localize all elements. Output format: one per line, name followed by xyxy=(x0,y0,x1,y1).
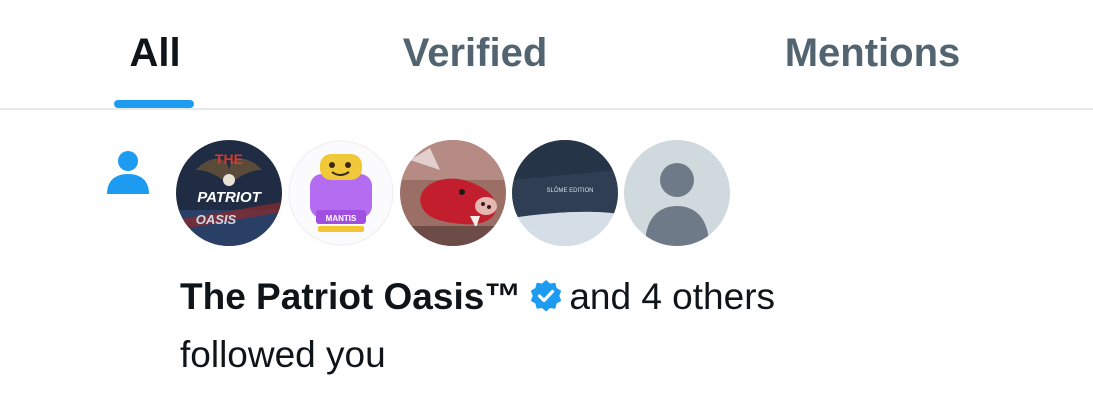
mantis-avatar[interactable]: MANTIS xyxy=(288,140,394,246)
tab-mentions-label: Mentions xyxy=(784,31,961,75)
others-text: and 4 others xyxy=(569,276,776,317)
tab-mentions[interactable]: Mentions xyxy=(755,0,990,108)
tab-verified-label: Verified xyxy=(402,31,548,75)
notifications-tabbar: All Verified Mentions xyxy=(0,0,1093,110)
dark-cap-avatar[interactable]: SLŌME EDITION xyxy=(512,140,618,246)
verified-badge-icon xyxy=(529,274,563,328)
follow-notification[interactable]: THE PATRIOT OASIS MANTIS SLŌME EDITION T… xyxy=(0,112,1093,402)
tab-all-label: All xyxy=(129,31,181,75)
follower-avatars: THE PATRIOT OASIS MANTIS SLŌME EDITION xyxy=(176,140,730,248)
mantis-avatar-text: MANTIS xyxy=(326,214,357,223)
avatar-text-bottom: OASIS xyxy=(196,212,237,227)
active-tab-indicator xyxy=(114,100,194,108)
avatar-text-top: THE xyxy=(215,151,243,167)
tab-verified[interactable]: Verified xyxy=(375,0,575,108)
dark-cap-avatar-text: SLŌME EDITION xyxy=(546,187,593,194)
action-text: followed you xyxy=(180,334,386,375)
avatar-text-mid: PATRIOT xyxy=(197,189,262,206)
boar-avatar[interactable] xyxy=(400,140,506,246)
notification-text: The Patriot Oasis™ and 4 others followed… xyxy=(180,270,1060,382)
default-avatar[interactable] xyxy=(624,140,730,246)
person-icon xyxy=(104,148,152,196)
tab-all[interactable]: All xyxy=(100,0,210,108)
patriot-oasis-avatar[interactable]: THE PATRIOT OASIS xyxy=(176,140,282,246)
actor-name-link[interactable]: The Patriot Oasis™ xyxy=(180,276,521,317)
